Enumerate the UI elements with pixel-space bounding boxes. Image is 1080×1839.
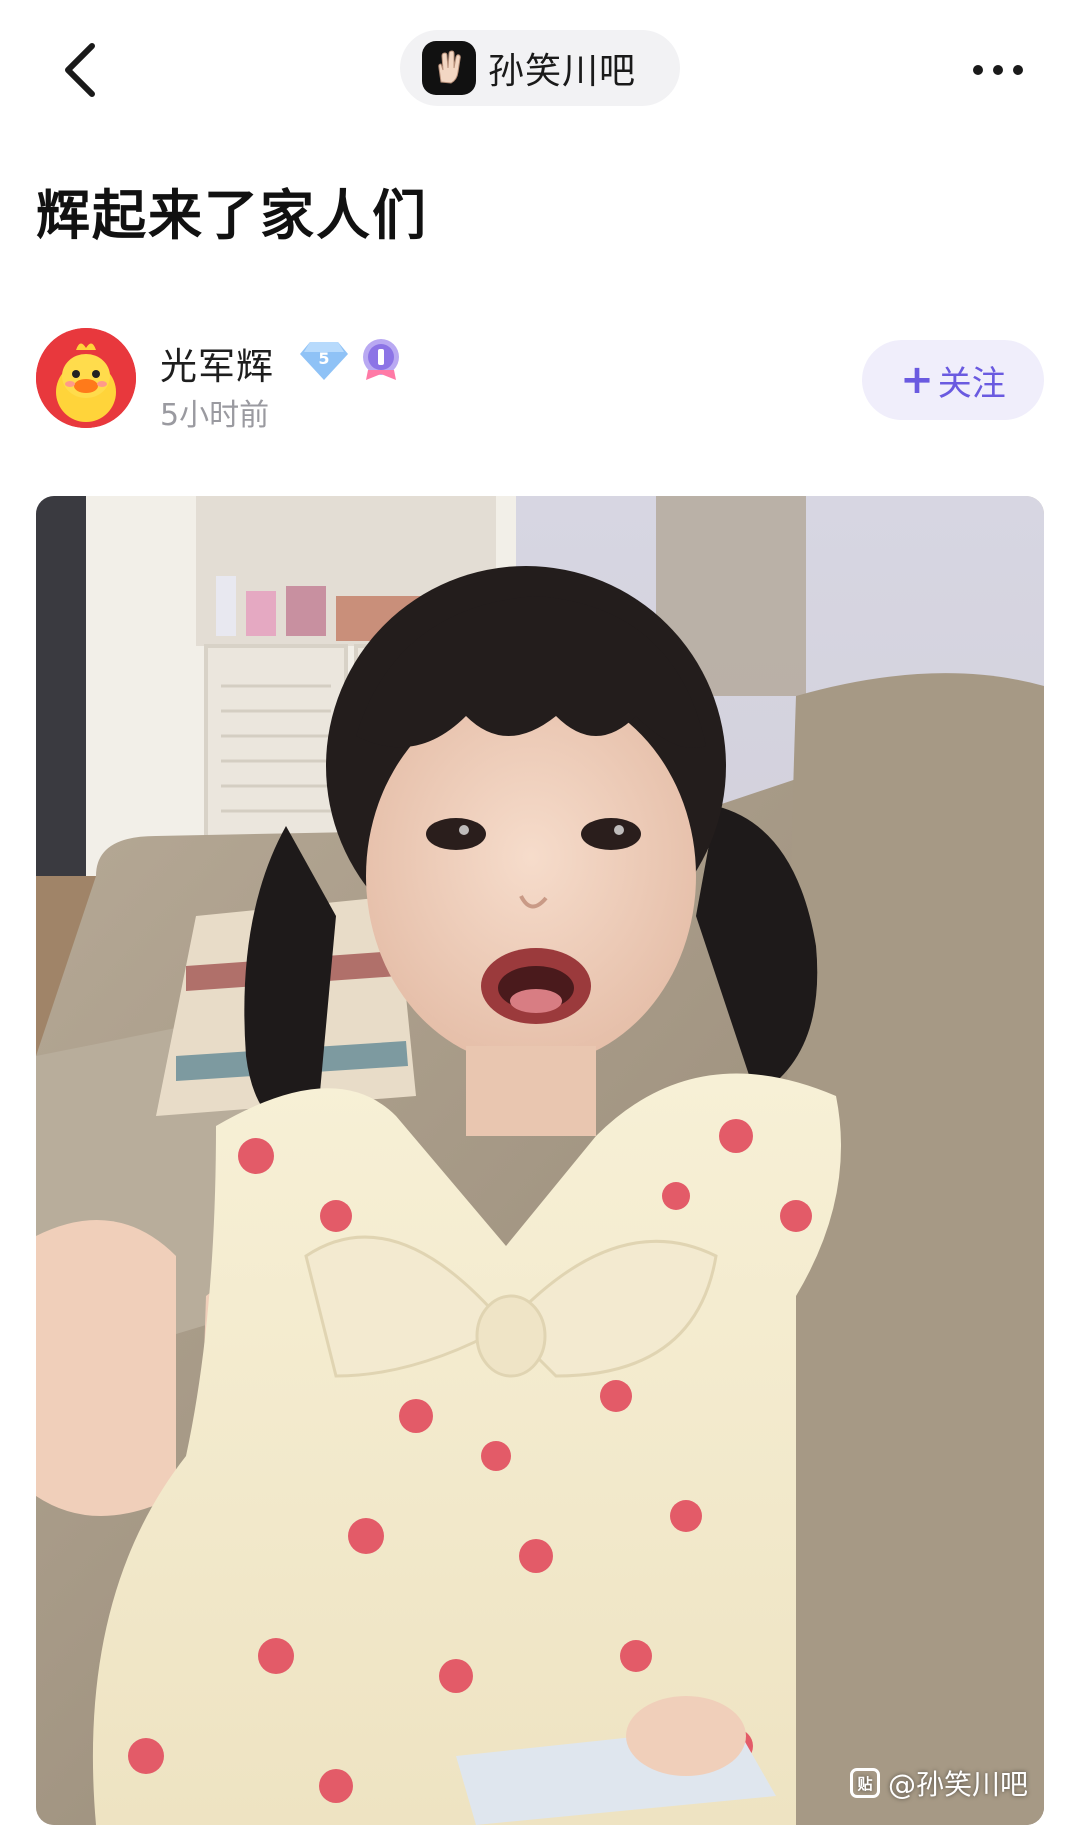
author-name[interactable]: 光军辉 — [160, 336, 274, 390]
follow-label: 关注 — [937, 363, 1006, 404]
post-image[interactable]: 贴 @孙笑川吧 — [36, 496, 1044, 1825]
svg-text:5: 5 — [318, 349, 329, 368]
forum-entry-pill[interactable]: 孙笑川吧 — [400, 30, 680, 106]
forum-name: 孙笑川吧 — [488, 51, 637, 92]
watermark-text: @孙笑川吧 — [887, 1768, 1028, 1801]
level-badge: 5 — [298, 338, 350, 382]
plus-icon: + — [900, 357, 934, 403]
forum-logo-icon — [422, 41, 476, 95]
author-avatar[interactable] — [36, 328, 136, 428]
medal-icon — [363, 339, 399, 380]
chevron-left-icon — [65, 43, 95, 97]
back-button[interactable] — [52, 36, 112, 104]
photo-girl-on-sofa — [36, 496, 1044, 1825]
diamond-level-icon: 5 — [300, 342, 348, 380]
image-watermark: 贴 @孙笑川吧 — [849, 1763, 1028, 1803]
duck-avatar-icon — [36, 328, 136, 428]
more-horizontal-icon — [973, 65, 1023, 75]
top-nav-bar: 孙笑川吧 — [0, 0, 1080, 140]
author-row: 光军辉 5 5小时前 + 关注 — [36, 328, 1046, 433]
more-options-button[interactable] — [960, 50, 1050, 90]
post-title: 辉起来了家人们 — [36, 184, 428, 247]
tieba-watermark-icon: 贴 — [849, 1768, 880, 1798]
follow-button[interactable]: + 关注 — [862, 340, 1044, 420]
honor-badge — [358, 336, 404, 382]
post-time: 5小时前 — [160, 398, 270, 433]
